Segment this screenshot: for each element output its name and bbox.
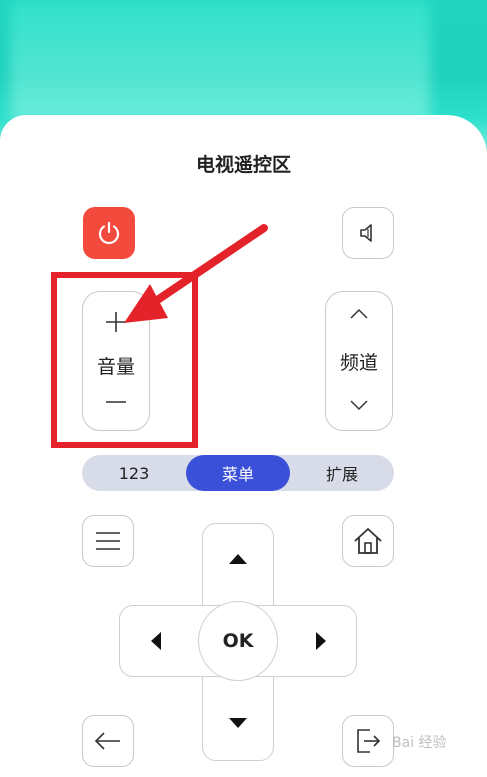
annotation-arrow: [124, 224, 268, 323]
